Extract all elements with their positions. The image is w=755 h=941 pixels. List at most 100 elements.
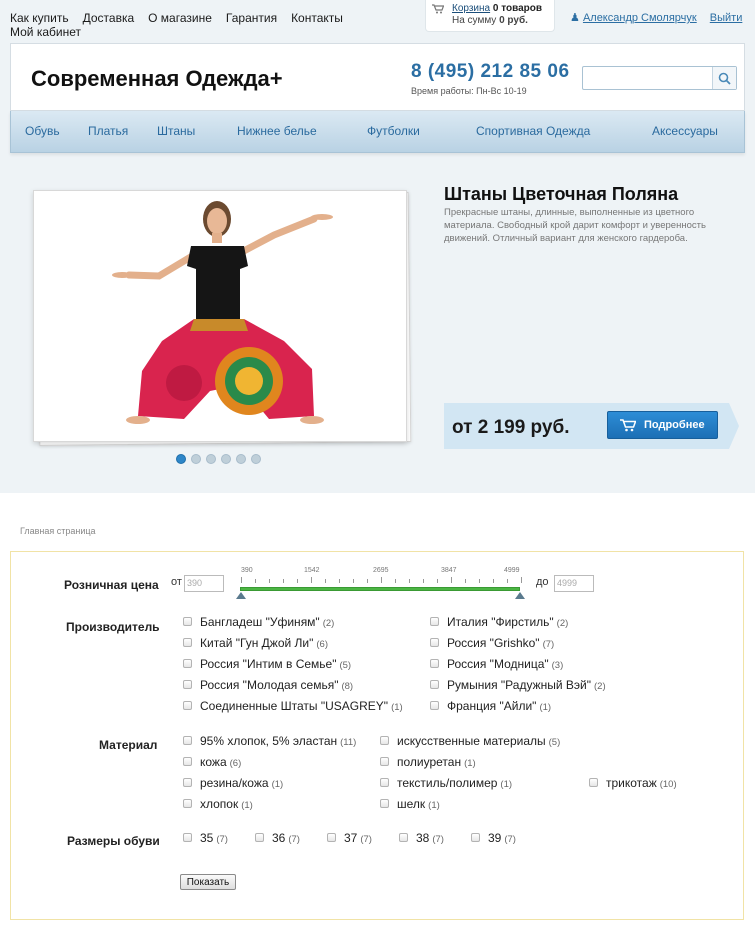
- toplink-guarantee[interactable]: Гарантия: [226, 11, 277, 25]
- checkbox[interactable]: [183, 659, 192, 668]
- checkbox[interactable]: [183, 799, 192, 808]
- price-slider-handle-max[interactable]: [515, 592, 525, 599]
- site-header: Современная Одежда+ 8 (495) 212 85 06 Вр…: [10, 43, 745, 111]
- material-option[interactable]: кожа (6): [183, 755, 241, 769]
- show-results-button[interactable]: Показать: [180, 874, 236, 890]
- size-option[interactable]: 37 (7): [327, 831, 372, 845]
- checkbox[interactable]: [471, 833, 480, 842]
- checkbox[interactable]: [183, 638, 192, 647]
- nav-item-tshirts[interactable]: Футболки: [367, 124, 420, 138]
- checkbox[interactable]: [183, 757, 192, 766]
- slider-tick: [311, 577, 312, 583]
- breadcrumb[interactable]: Главная страница: [20, 526, 96, 536]
- material-option[interactable]: резина/кожа (1): [183, 776, 283, 790]
- manufacturer-option[interactable]: Россия "Молодая семья" (8): [183, 678, 353, 692]
- option-count: (3): [551, 660, 564, 671]
- manufacturer-option[interactable]: Румыния "Радужный Вэй" (2): [430, 678, 606, 692]
- manufacturer-option[interactable]: Россия "Grishko" (7): [430, 636, 554, 650]
- checkbox[interactable]: [430, 701, 439, 710]
- checkbox[interactable]: [430, 680, 439, 689]
- manufacturer-option[interactable]: Россия "Модница" (3): [430, 657, 563, 671]
- toplink-contacts[interactable]: Контакты: [291, 11, 343, 25]
- price-slider-handle-min[interactable]: [236, 592, 246, 599]
- size-option[interactable]: 39 (7): [471, 831, 516, 845]
- checkbox[interactable]: [380, 757, 389, 766]
- size-option[interactable]: 35 (7): [183, 831, 228, 845]
- slider-dot-2[interactable]: [191, 454, 201, 464]
- checkbox[interactable]: [380, 799, 389, 808]
- phone-number: 8 (495) 212 85 06: [411, 61, 570, 82]
- option-label: Соединенные Штаты "USAGREY": [200, 699, 389, 713]
- checkbox[interactable]: [183, 680, 192, 689]
- manufacturer-option[interactable]: Италия "Фирстиль" (2): [430, 615, 568, 629]
- material-option[interactable]: хлопок (1): [183, 797, 253, 811]
- manufacturer-option[interactable]: Франция "Айли" (1): [430, 699, 551, 713]
- cart-link[interactable]: Корзина: [452, 3, 490, 14]
- material-option[interactable]: 95% хлопок, 5% эластан (11): [183, 734, 356, 748]
- toplink-my-account[interactable]: Мой кабинет: [10, 25, 81, 39]
- slider-tick: [423, 579, 424, 583]
- toplink-delivery[interactable]: Доставка: [83, 11, 135, 25]
- manufacturer-option[interactable]: Соединенные Штаты "USAGREY" (1): [183, 699, 403, 713]
- checkbox[interactable]: [430, 659, 439, 668]
- material-option[interactable]: трикотаж (10): [589, 776, 677, 790]
- slider-dot-5[interactable]: [236, 454, 246, 464]
- checkbox[interactable]: [589, 778, 598, 787]
- slide-image[interactable]: [33, 190, 407, 442]
- option-count: (1): [428, 800, 440, 811]
- material-option[interactable]: текстиль/полимер (1): [380, 776, 512, 790]
- option-label: Бангладеш "Уфиням": [200, 615, 320, 629]
- option-label: 95% хлопок, 5% эластан: [200, 734, 338, 748]
- option-count: (7): [288, 834, 300, 845]
- checkbox[interactable]: [183, 701, 192, 710]
- price-filter-label: Розничная цена: [64, 578, 159, 592]
- material-option[interactable]: полиуретан (1): [380, 755, 476, 769]
- toplink-about[interactable]: О магазине: [148, 11, 212, 25]
- slider-dot-4[interactable]: [221, 454, 231, 464]
- more-details-button[interactable]: Подробнее: [607, 411, 718, 439]
- checkbox[interactable]: [430, 617, 439, 626]
- checkbox[interactable]: [380, 736, 389, 745]
- site-logo[interactable]: Современная Одежда+: [31, 66, 283, 92]
- checkbox[interactable]: [183, 833, 192, 842]
- price-tick-label: 1542: [304, 567, 320, 574]
- slider-dot-6[interactable]: [251, 454, 261, 464]
- slider-dot-1[interactable]: [176, 454, 186, 464]
- nav-item-shoes[interactable]: Обувь: [25, 124, 60, 138]
- checkbox[interactable]: [183, 617, 192, 626]
- manufacturer-option[interactable]: Китай "Гун Джой Ли" (6): [183, 636, 328, 650]
- option-count: (10): [659, 779, 677, 790]
- nav-item-pants[interactable]: Штаны: [157, 124, 195, 138]
- option-count: (8): [341, 681, 354, 692]
- slider-tick: [521, 577, 522, 583]
- nav-item-dresses[interactable]: Платья: [88, 124, 128, 138]
- slider-tick: [283, 579, 284, 583]
- search-field[interactable]: [582, 66, 737, 90]
- price-to-input[interactable]: 4999: [554, 575, 594, 592]
- user-name-link[interactable]: Александр Смолярчук: [583, 12, 697, 24]
- cart-widget[interactable]: Корзина 0 товаров На сумму 0 руб.: [425, 0, 555, 32]
- product-title[interactable]: Штаны Цветочная Поляна: [444, 184, 678, 205]
- material-option[interactable]: искусственные материалы (5): [380, 734, 560, 748]
- checkbox[interactable]: [183, 778, 192, 787]
- toplink-how-to-buy[interactable]: Как купить: [10, 11, 69, 25]
- checkbox[interactable]: [380, 778, 389, 787]
- size-option[interactable]: 38 (7): [399, 831, 444, 845]
- slider-dot-3[interactable]: [206, 454, 216, 464]
- nav-item-accessories[interactable]: Аксессуары: [652, 124, 718, 138]
- price-from-input[interactable]: 390: [184, 575, 224, 592]
- checkbox[interactable]: [327, 833, 336, 842]
- manufacturer-option[interactable]: Россия "Интим в Семье" (5): [183, 657, 351, 671]
- nav-item-sportswear[interactable]: Спортивная Одежда: [476, 124, 590, 138]
- logout-link[interactable]: Выйти: [710, 12, 743, 24]
- checkbox[interactable]: [255, 833, 264, 842]
- checkbox[interactable]: [399, 833, 408, 842]
- slider-tick: [297, 579, 298, 583]
- nav-item-underwear[interactable]: Нижнее белье: [237, 124, 317, 138]
- manufacturer-option[interactable]: Бангладеш "Уфиням" (2): [183, 615, 334, 629]
- size-option[interactable]: 36 (7): [255, 831, 300, 845]
- material-option[interactable]: шелк (1): [380, 797, 440, 811]
- checkbox[interactable]: [430, 638, 439, 647]
- checkbox[interactable]: [183, 736, 192, 745]
- search-button[interactable]: [712, 67, 736, 89]
